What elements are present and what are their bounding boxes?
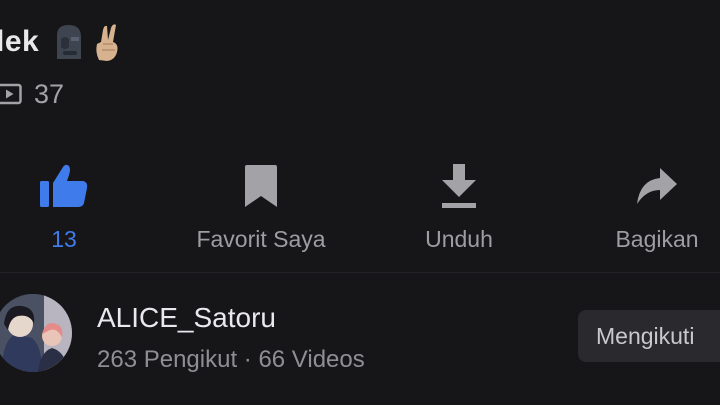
moai-face-emoji-icon <box>57 25 82 59</box>
following-button[interactable]: Mengikuti <box>578 310 720 362</box>
channel-name[interactable]: ALICE_Satoru <box>97 302 276 334</box>
channel-avatar[interactable] <box>0 294 72 372</box>
favorite-button[interactable]: Favorit Saya <box>190 160 332 253</box>
section-divider <box>0 272 720 273</box>
play-count-icon <box>0 83 22 105</box>
bookmark-icon <box>245 165 277 207</box>
crossed-fingers-emoji-icon <box>96 24 118 61</box>
like-button[interactable]: 13 <box>38 160 90 253</box>
share-icon <box>637 168 677 204</box>
video-title: lek <box>0 25 40 58</box>
video-title-row: lek <box>0 20 123 64</box>
download-icon <box>442 164 476 208</box>
like-count: 13 <box>51 226 77 252</box>
favorite-label: Favorit Saya <box>196 226 326 252</box>
download-label: Unduh <box>425 226 493 252</box>
view-count-row: 37 <box>0 78 64 110</box>
anime-avatar-image <box>0 294 72 372</box>
download-button[interactable]: Unduh <box>420 160 498 253</box>
thumbs-up-icon <box>40 164 88 207</box>
channel-stats: 263 Pengikut · 66 Videos <box>97 346 365 373</box>
share-button[interactable]: Bagikan <box>610 160 704 253</box>
share-label: Bagikan <box>615 226 699 252</box>
view-count: 37 <box>34 78 65 109</box>
